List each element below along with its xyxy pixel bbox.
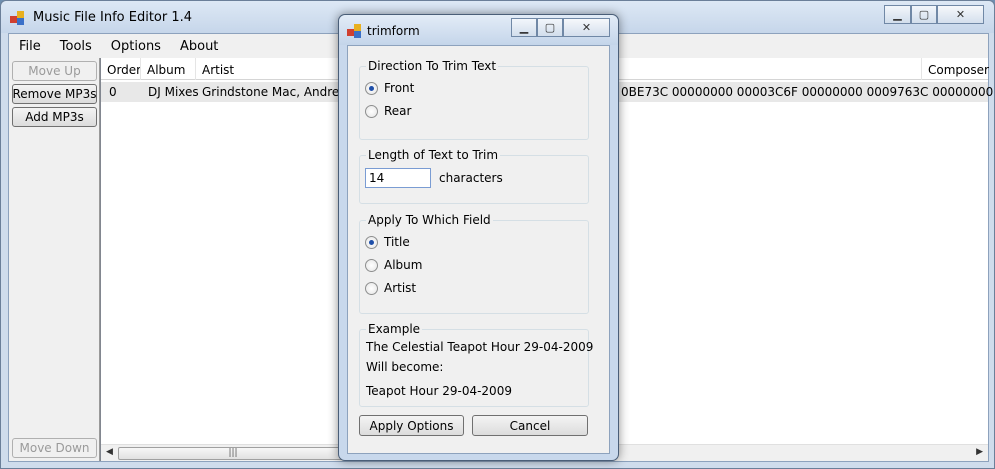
scroll-right-icon[interactable]: ▶ bbox=[976, 447, 983, 457]
cell-artist: Grindstone Mac, Andrei 'The bbox=[202, 85, 342, 99]
column-composer[interactable]: Composer bbox=[922, 58, 989, 80]
dialog-close-button[interactable]: ✕ bbox=[563, 18, 610, 37]
move-up-button[interactable]: Move Up bbox=[12, 61, 97, 81]
add-mp3s-button[interactable]: Add MP3s bbox=[12, 107, 97, 127]
field-group: Apply To Which Field Title Album Artist bbox=[359, 213, 589, 314]
dialog-client-area: Direction To Trim Text Front Rear Length… bbox=[347, 45, 610, 454]
menu-options[interactable]: Options bbox=[101, 34, 170, 58]
window-title: Music File Info Editor 1.4 bbox=[33, 10, 193, 25]
radio-circle bbox=[365, 81, 378, 95]
dialog-title-bar[interactable]: trimform ▁ ▢ ✕ bbox=[339, 15, 618, 45]
radio-circle bbox=[365, 104, 378, 118]
menu-file[interactable]: File bbox=[9, 34, 50, 58]
dialog-title: trimform bbox=[367, 24, 420, 38]
radio-title[interactable]: Title bbox=[365, 235, 410, 249]
move-down-button[interactable]: Move Down bbox=[12, 438, 97, 458]
example-after: Teapot Hour 29-04-2009 bbox=[366, 384, 512, 398]
minimize-icon: ▁ bbox=[519, 21, 529, 34]
radio-album[interactable]: Album bbox=[365, 258, 422, 272]
radio-rear[interactable]: Rear bbox=[365, 104, 411, 118]
direction-group: Direction To Trim Text Front Rear bbox=[359, 59, 589, 140]
app-icon bbox=[10, 11, 26, 25]
dialog-maximize-button[interactable]: ▢ bbox=[537, 18, 563, 37]
column-order[interactable]: Order bbox=[101, 58, 141, 80]
radio-circle bbox=[365, 281, 378, 295]
radio-album-label: Album bbox=[384, 258, 423, 272]
radio-artist[interactable]: Artist bbox=[365, 281, 416, 295]
apply-options-button[interactable]: Apply Options bbox=[359, 415, 464, 436]
maximize-icon: ▢ bbox=[918, 8, 930, 21]
close-button[interactable]: ✕ bbox=[937, 5, 984, 24]
length-group: Length of Text to Trim 14 characters bbox=[359, 148, 589, 204]
cell-extra: 0BE73C 00000000 00003C6F 00000000 000976… bbox=[621, 85, 994, 99]
dialog-app-icon bbox=[347, 24, 363, 38]
cell-order: 0 bbox=[109, 85, 117, 99]
cancel-button[interactable]: Cancel bbox=[472, 415, 588, 436]
example-before: The Celestial Teapot Hour 29-04-2009 bbox=[366, 340, 594, 354]
maximize-icon: ▢ bbox=[544, 21, 556, 34]
left-button-panel: Move Up Remove MP3s Add MP3s Move Down bbox=[9, 58, 100, 461]
radio-front-label: Front bbox=[384, 81, 415, 95]
remove-mp3s-button[interactable]: Remove MP3s bbox=[12, 84, 97, 104]
minimize-icon: ▁ bbox=[893, 8, 902, 21]
direction-group-label: Direction To Trim Text bbox=[366, 59, 499, 73]
length-input[interactable]: 14 bbox=[365, 168, 431, 188]
menu-tools[interactable]: Tools bbox=[50, 34, 101, 58]
characters-label: characters bbox=[439, 171, 503, 185]
example-middle: Will become: bbox=[366, 360, 444, 374]
length-group-label: Length of Text to Trim bbox=[366, 148, 501, 162]
radio-title-label: Title bbox=[384, 235, 410, 249]
radio-artist-label: Artist bbox=[384, 281, 417, 295]
radio-front[interactable]: Front bbox=[365, 81, 414, 95]
close-icon: ✕ bbox=[955, 8, 966, 21]
example-group-label: Example bbox=[366, 322, 423, 336]
maximize-button[interactable]: ▢ bbox=[911, 5, 937, 24]
close-icon: ✕ bbox=[581, 21, 592, 34]
radio-rear-label: Rear bbox=[384, 104, 412, 118]
trim-dialog: trimform ▁ ▢ ✕ Direction To Trim Text Fr… bbox=[338, 14, 619, 461]
example-group: Example The Celestial Teapot Hour 29-04-… bbox=[359, 322, 593, 407]
dialog-minimize-button[interactable]: ▁ bbox=[511, 18, 537, 37]
radio-circle bbox=[365, 235, 378, 249]
radio-circle bbox=[365, 258, 378, 272]
minimize-button[interactable]: ▁ bbox=[884, 5, 911, 24]
scroll-left-icon[interactable]: ◀ bbox=[106, 447, 113, 457]
column-album[interactable]: Album bbox=[141, 58, 196, 80]
cell-album: DJ Mixes bbox=[148, 85, 199, 99]
field-group-label: Apply To Which Field bbox=[366, 213, 493, 227]
scroll-thumb[interactable]: ||| bbox=[118, 447, 348, 460]
menu-about[interactable]: About bbox=[170, 34, 227, 58]
